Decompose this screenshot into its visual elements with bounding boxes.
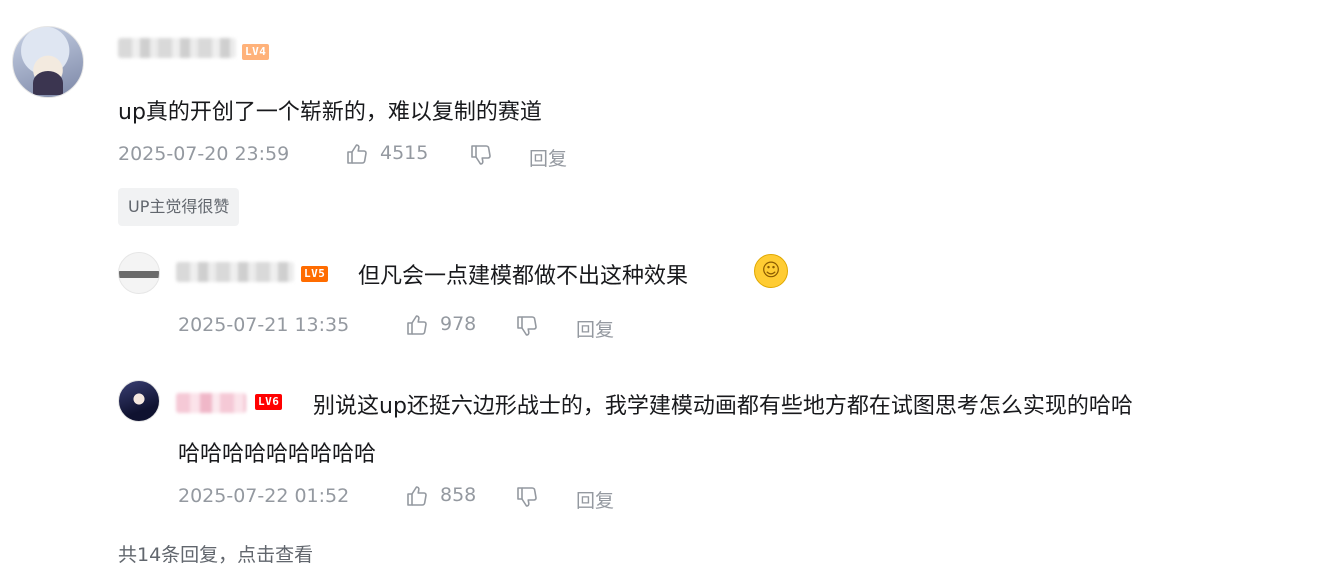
reply-avatar[interactable]	[118, 380, 160, 422]
user-avatar[interactable]	[12, 26, 84, 98]
dislike-icon[interactable]	[515, 485, 539, 509]
dislike-icon[interactable]	[469, 143, 493, 167]
reply-avatar[interactable]	[118, 252, 160, 294]
reply-button[interactable]: 回复	[576, 315, 614, 342]
reply-button[interactable]: 回复	[576, 486, 614, 513]
username-blurred[interactable]	[118, 38, 236, 58]
like-icon[interactable]	[405, 484, 429, 508]
like-count: 858	[440, 484, 477, 506]
reply-time: 2025-07-21 13:35	[178, 314, 350, 336]
dislike-icon[interactable]	[515, 314, 539, 338]
like-count: 4515	[380, 142, 429, 164]
reply-text-line1: 别说这up还挺六边形战士的，我学建模动画都有些地方都在试图思考怎么实现的哈哈	[313, 394, 1133, 419]
level-badge: LV6	[255, 394, 283, 410]
like-icon[interactable]	[405, 313, 429, 337]
like-icon[interactable]	[345, 142, 369, 166]
level-badge: LV5	[301, 266, 329, 282]
reply-time: 2025-07-22 01:52	[178, 485, 350, 507]
comment-time: 2025-07-20 23:59	[118, 143, 290, 165]
like-count: 978	[440, 313, 477, 335]
level-badge: LV4	[242, 44, 270, 60]
reply-username-blurred[interactable]	[176, 393, 246, 413]
reply-username-blurred[interactable]	[176, 262, 294, 282]
up-liked-tag: UP主觉得很赞	[118, 188, 240, 226]
comment-text: up真的开创了一个崭新的，难以复制的赛道	[118, 100, 542, 125]
view-more-replies-link[interactable]: 共14条回复，点击查看	[118, 540, 313, 567]
laughing-crying-emoji-icon: ☺	[754, 254, 788, 288]
reply-button[interactable]: 回复	[529, 144, 567, 171]
reply-text-line2: 哈哈哈哈哈哈哈哈哈	[178, 442, 377, 467]
reply-text: 但凡会一点建模都做不出这种效果	[358, 264, 689, 289]
